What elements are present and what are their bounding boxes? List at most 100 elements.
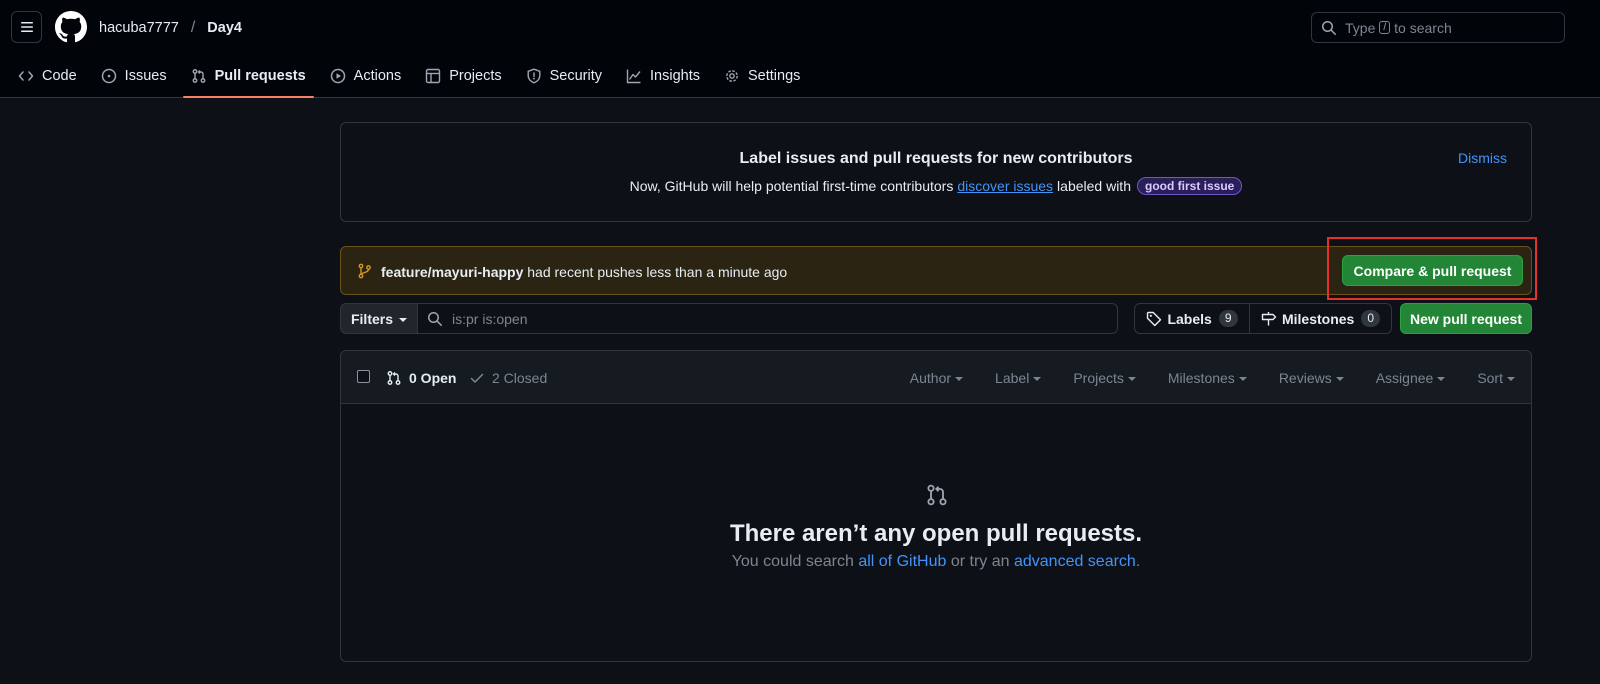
milestones-menu[interactable]: Milestones	[1168, 370, 1247, 386]
tab-actions[interactable]: Actions	[322, 56, 410, 96]
tab-security[interactable]: Security	[518, 56, 610, 96]
blankslate-title: There aren’t any open pull requests.	[729, 520, 1143, 547]
play-icon	[330, 68, 345, 84]
chevron-down-icon	[1437, 377, 1446, 381]
pull-request-list: 0 Open 2 Closed Author Label Projects Mi…	[340, 350, 1532, 662]
branch-icon	[358, 263, 371, 279]
open-filter-link[interactable]: 0 Open	[386, 370, 456, 386]
milestones-label: Milestones	[1281, 310, 1355, 327]
milestones-button[interactable]: Milestones 0	[1249, 303, 1392, 334]
chevron-down-icon	[1335, 377, 1344, 381]
labels-count: 9	[1218, 310, 1238, 327]
milestone-icon	[1261, 311, 1277, 325]
filters-label: Filters	[350, 310, 393, 327]
menu-label: Reviews	[1278, 370, 1332, 386]
new-pull-request-button[interactable]: New pull request	[1400, 303, 1532, 334]
closed-filter-link[interactable]: 2 Closed	[469, 370, 547, 386]
search-placeholder-prefix: Type	[1345, 19, 1376, 36]
author-menu[interactable]: Author	[909, 370, 964, 386]
good-first-issue-label[interactable]: good first issue	[1136, 177, 1243, 195]
app-header: hacuba7777 / Day4 Type / to search Code …	[0, 0, 1600, 98]
banner-text-after: labeled with	[1057, 178, 1131, 194]
banner-text: Now, GitHub will help potential first-ti…	[341, 177, 1531, 195]
pull-request-icon	[387, 371, 401, 385]
tab-label: Projects	[449, 68, 502, 84]
tab-code[interactable]: Code	[18, 56, 85, 96]
list-header: 0 Open 2 Closed Author Label Projects Mi…	[341, 351, 1531, 404]
blankslate-text-2: or try an	[950, 553, 1010, 570]
all-of-github-link[interactable]: all of GitHub	[858, 553, 946, 570]
code-icon	[18, 71, 34, 81]
chevron-down-icon	[1507, 377, 1515, 381]
menu-label: Milestones	[1167, 370, 1235, 386]
projects-menu[interactable]: Projects	[1073, 370, 1136, 386]
issue-icon	[101, 68, 116, 84]
tab-projects[interactable]: Projects	[417, 56, 509, 96]
tag-icon	[1147, 311, 1162, 326]
search-shortcut-key: /	[1379, 21, 1391, 34]
graph-icon	[626, 69, 641, 84]
list-filter-menus: Author Label Projects Milestones Reviews…	[910, 370, 1515, 386]
labels-label: Labels	[1167, 310, 1212, 327]
filter-query: is:pr is:open	[452, 310, 528, 327]
chevron-down-icon	[955, 377, 964, 381]
tab-label: Pull requests	[214, 68, 306, 84]
repo-link[interactable]: Day4	[207, 20, 242, 36]
banner-title: Label issues and pull requests for new c…	[739, 150, 1133, 167]
search-icon	[428, 311, 442, 326]
branch-name[interactable]: feature/mayuri-happy	[381, 264, 523, 280]
chevron-down-icon	[1033, 377, 1042, 381]
chevron-down-icon	[1238, 377, 1247, 381]
menu-label: Label	[995, 370, 1030, 386]
owner-link[interactable]: hacuba7777	[99, 20, 179, 36]
menu-label: Author	[909, 370, 952, 386]
new-contributors-banner: Label issues and pull requests for new c…	[340, 122, 1532, 222]
search-icon	[1322, 20, 1336, 35]
tab-label: Actions	[353, 68, 402, 84]
chevron-down-icon	[399, 317, 407, 322]
global-search-input[interactable]: Type / to search	[1311, 12, 1565, 43]
tab-issues[interactable]: Issues	[93, 56, 175, 96]
open-count: 0 Open	[409, 370, 457, 386]
github-logo-icon[interactable]	[55, 11, 87, 43]
gear-icon	[726, 70, 738, 82]
menu-label: Projects	[1073, 370, 1124, 386]
check-icon	[470, 373, 484, 383]
tab-insights[interactable]: Insights	[618, 56, 708, 96]
banner-text-before: Now, GitHub will help potential first-ti…	[629, 178, 954, 194]
tab-pull-requests[interactable]: Pull requests	[182, 56, 314, 98]
closed-count: 2 Closed	[492, 370, 548, 386]
blankslate-text-1: You could search	[731, 553, 854, 570]
sort-menu[interactable]: Sort	[1477, 370, 1515, 386]
labels-button[interactable]: Labels 9	[1134, 303, 1250, 334]
table-icon	[426, 68, 441, 84]
chevron-down-icon	[1127, 377, 1136, 381]
filter-search-input[interactable]: is:pr is:open	[417, 303, 1118, 334]
blankslate-text-3: .	[1135, 553, 1141, 570]
tab-settings[interactable]: Settings	[716, 56, 808, 96]
milestones-count: 0	[1361, 310, 1381, 327]
assignee-menu[interactable]: Assignee	[1376, 370, 1446, 386]
menu-label: Assignee	[1375, 370, 1434, 386]
push-message: feature/mayuri-happy had recent pushes l…	[381, 264, 787, 280]
menu-label: Sort	[1477, 370, 1503, 386]
breadcrumb-separator: /	[190, 19, 196, 36]
pull-request-icon	[192, 69, 206, 83]
search-placeholder-suffix: to search	[1394, 19, 1452, 36]
label-menu[interactable]: Label	[995, 370, 1042, 386]
advanced-search-link[interactable]: advanced search	[1014, 553, 1136, 570]
tab-label: Issues	[124, 68, 167, 84]
dismiss-link[interactable]: Dismiss	[1458, 150, 1507, 166]
reviews-menu[interactable]: Reviews	[1279, 370, 1344, 386]
push-message-text: had recent pushes less than a minute ago	[527, 264, 788, 280]
pull-request-icon	[927, 484, 947, 506]
highlight-annotation	[1327, 237, 1537, 300]
select-all-checkbox[interactable]	[357, 370, 370, 383]
filters-button[interactable]: Filters	[340, 303, 418, 334]
breadcrumb: hacuba7777 / Day4	[99, 18, 242, 38]
hamburger-icon	[20, 22, 33, 32]
blankslate-text: You could search all of GitHub or try an…	[341, 553, 1531, 571]
menu-button[interactable]	[11, 11, 42, 43]
discover-issues-link[interactable]: discover issues	[957, 178, 1053, 194]
tab-label: Insights	[650, 68, 700, 84]
